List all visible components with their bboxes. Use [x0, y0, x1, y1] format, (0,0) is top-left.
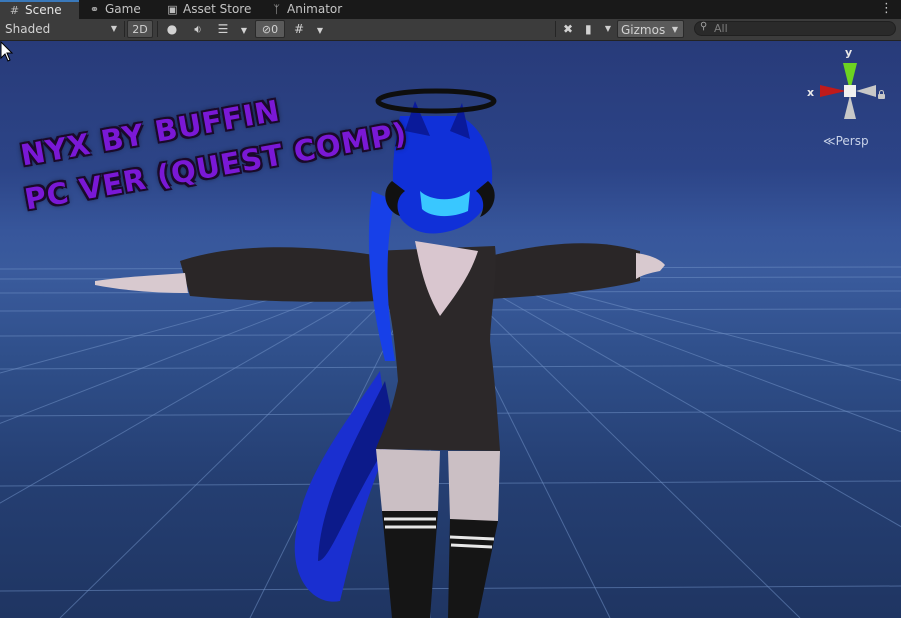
scene-search-input[interactable]: ⚲ All	[694, 21, 896, 36]
chevron-down-icon: ▼	[240, 26, 248, 35]
draw-mode-label: Shaded	[5, 22, 51, 36]
tab-bar: # Scene ⚭ Game ▣ Asset Store ᛉ Animator ⋮	[0, 0, 901, 20]
grid-snap-icon: #	[293, 22, 305, 36]
grid-icon: #	[9, 4, 20, 17]
axis-y-label: y	[845, 46, 853, 59]
scene-viewport[interactable]: y x ≪Persp NYX BY BUFFIN PC VER (QUEST C…	[0, 41, 901, 618]
layers-icon: ☰	[217, 22, 229, 36]
tab-label: Animator	[287, 2, 343, 16]
tab-asset-store[interactable]: ▣ Asset Store	[158, 0, 258, 19]
persp-arrow-icon: ≪	[823, 134, 836, 148]
orientation-gizmo[interactable]	[820, 63, 876, 119]
bag-icon: ▣	[167, 3, 178, 16]
tab-label: Scene	[25, 3, 62, 17]
effects-toggle-button[interactable]: ☰	[212, 20, 234, 38]
gizmos-dropdown[interactable]: Gizmos ▼	[617, 20, 684, 38]
tab-label: Game	[105, 2, 141, 16]
search-placeholder: All	[714, 22, 728, 35]
audio-toggle-button[interactable]: 🔉︎	[187, 20, 209, 38]
wrench-icon: ✖	[562, 22, 574, 36]
chevron-down-icon: ▼	[671, 25, 678, 34]
projection-label: Persp	[835, 134, 869, 148]
toolbar-divider	[555, 21, 556, 37]
projection-toggle[interactable]: ≪Persp	[823, 134, 869, 148]
lighting-toggle-button[interactable]: ●	[162, 20, 182, 38]
tab-label: Asset Store	[183, 2, 252, 16]
hidden-count: 0	[271, 23, 279, 36]
2d-toggle-button[interactable]: 2D	[127, 20, 153, 38]
chevron-down-icon: ▼	[316, 26, 324, 35]
tools-button[interactable]: ✖	[558, 20, 578, 38]
grid-dropdown[interactable]: ▼	[312, 20, 328, 38]
chevron-down-icon: ▼	[110, 24, 117, 33]
chevron-down-icon: ▼	[604, 24, 611, 33]
lock-icon[interactable]	[878, 90, 885, 99]
gizmos-label: Gizmos	[621, 23, 666, 37]
tab-scene[interactable]: # Scene	[0, 0, 79, 19]
grid-toggle-button[interactable]: #	[288, 20, 310, 38]
animator-icon: ᛉ	[273, 3, 280, 16]
more-options-icon[interactable]: ⋮	[880, 2, 893, 16]
camera-settings-dropdown[interactable]: ▮ ▼	[582, 20, 616, 38]
lightbulb-icon: ●	[166, 22, 178, 36]
toolbar-divider	[157, 21, 158, 37]
gamepad-icon: ⚭	[89, 3, 100, 16]
effects-dropdown[interactable]: ▼	[236, 20, 252, 38]
eye-slash-icon: ⊘	[261, 23, 272, 36]
hidden-objects-toggle[interactable]: ⊘0	[255, 20, 285, 38]
scene-toolbar: Shaded ▼ 2D ● 🔉︎ ☰ ▼ ⊘0 # ▼ ✖ ▮ ▼ Gizmos…	[0, 19, 901, 41]
tab-game[interactable]: ⚭ Game	[80, 0, 158, 19]
toolbar-divider	[124, 21, 125, 37]
axis-x-label: x	[807, 86, 815, 99]
speaker-icon: 🔉︎	[194, 22, 202, 36]
tab-animator[interactable]: ᛉ Animator	[262, 0, 352, 19]
camera-icon: ▮	[585, 22, 592, 36]
draw-mode-dropdown[interactable]: Shaded ▼	[0, 20, 122, 38]
2d-label: 2D	[132, 23, 148, 36]
search-icon: ⚲	[700, 21, 708, 32]
mouse-cursor-icon	[0, 41, 14, 62]
